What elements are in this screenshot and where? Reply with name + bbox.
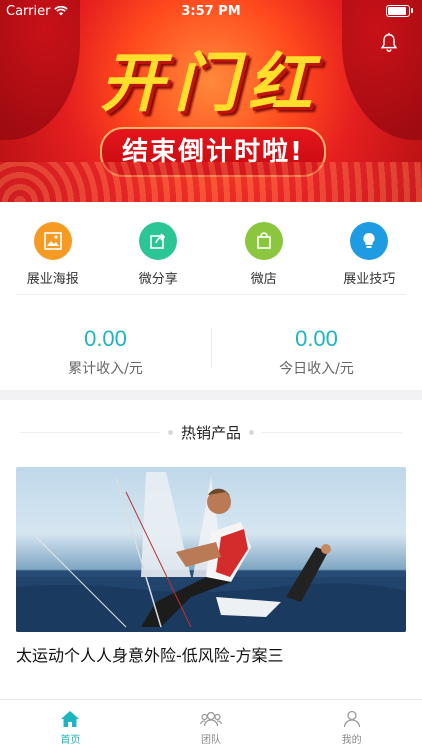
menu-label: 微店 [251,268,277,287]
today-income-label: 今日收入/元 [211,358,422,378]
section-line-left [20,432,160,433]
tab-label: 首页 [60,731,80,746]
quick-menu: 展业海报 微分享 微店 展业技巧 [0,210,422,292]
menu-item-poster[interactable]: 展业海报 [0,210,106,292]
menu-label: 展业海报 [27,268,79,287]
product-image[interactable] [16,467,406,632]
section-dot [249,430,254,435]
team-icon [200,710,222,728]
tab-label: 团队 [201,731,221,746]
tab-home[interactable]: 首页 [0,700,141,751]
stat-separator [211,328,212,368]
stat-today: 0.00 今日收入/元 [211,318,422,390]
tab-label: 我的 [342,731,362,746]
home-icon [60,710,80,728]
menu-item-shop[interactable]: 微店 [211,210,317,292]
section-line-right [262,432,402,433]
menu-item-tips[interactable]: 展业技巧 [317,210,422,292]
tab-bar: 首页 团队 我的 [0,699,422,751]
tab-team[interactable]: 团队 [141,700,282,751]
banner-decoration [0,162,422,202]
total-income-value: 0.00 [0,326,211,352]
menu-item-share[interactable]: 微分享 [106,210,212,292]
status-time: 3:57 PM [0,4,422,19]
battery-icon [386,5,410,17]
tab-profile[interactable]: 我的 [281,700,422,751]
menu-label: 展业技巧 [343,268,395,287]
promo-banner[interactable]: 开门红 结束倒计时啦! [0,0,422,202]
stat-total: 0.00 累计收入/元 [0,318,211,390]
sailing-photo [16,467,406,632]
section-gap [0,390,422,400]
lightbulb-icon [350,222,388,260]
poster-icon [34,222,72,260]
section-header: 热销产品 [0,420,422,444]
bell-icon[interactable] [378,32,400,54]
section-dot [168,430,173,435]
shop-icon [245,222,283,260]
section-title: 热销产品 [181,422,241,443]
today-income-value: 0.00 [211,326,422,352]
divider [16,294,406,295]
banner-title: 开门红 [0,32,422,124]
product-title[interactable]: 太运动个人人身意外险-低风险-方案三 [16,642,284,666]
status-bar: Carrier 3:57 PM [0,0,422,22]
total-income-label: 累计收入/元 [0,358,211,378]
menu-label: 微分享 [139,268,178,287]
profile-icon [343,710,361,728]
share-icon [139,222,177,260]
